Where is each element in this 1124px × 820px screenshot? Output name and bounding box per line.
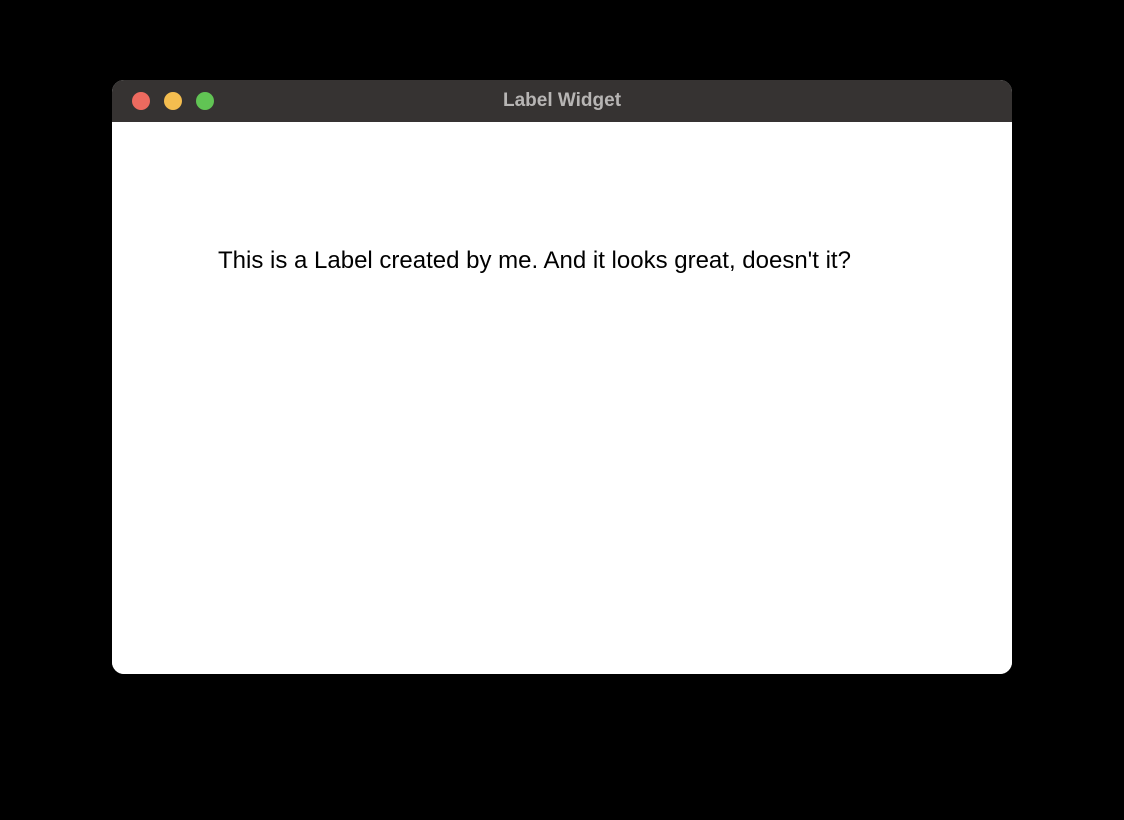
label-widget-text: This is a Label created by me. And it lo… bbox=[218, 244, 972, 278]
window-title: Label Widget bbox=[112, 90, 1012, 112]
titlebar: Label Widget bbox=[112, 80, 1012, 122]
close-icon[interactable] bbox=[132, 92, 150, 110]
application-window: Label Widget This is a Label created by … bbox=[112, 80, 1012, 674]
content-area: This is a Label created by me. And it lo… bbox=[112, 122, 1012, 674]
minimize-icon[interactable] bbox=[164, 92, 182, 110]
traffic-lights bbox=[112, 92, 214, 110]
maximize-icon[interactable] bbox=[196, 92, 214, 110]
